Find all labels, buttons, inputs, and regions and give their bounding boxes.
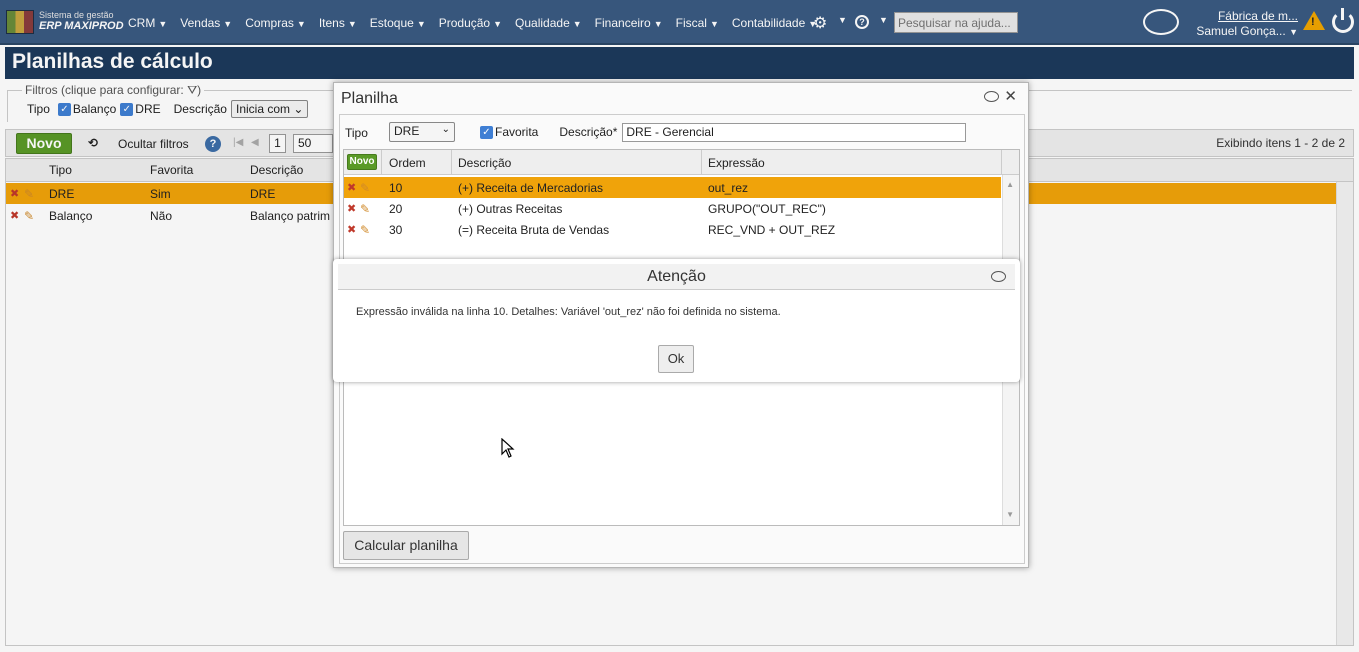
cell-expressao: out_rez [708, 181, 749, 195]
mouse-cursor-icon [501, 438, 515, 458]
tipo-select[interactable]: DRE ⌄ [389, 122, 455, 142]
chat-icon[interactable] [984, 91, 999, 102]
cell-descricao: (=) Receita Bruta de Vendas [458, 223, 610, 237]
expression-row[interactable]: ✖ ✎ 20 (+) Outras Receitas GRUPO("OUT_RE… [344, 198, 1001, 219]
planilha-form: Tipo DRE ⌄ ✓ Favorita Descrição* DRE - Ge… [343, 122, 967, 142]
ok-button[interactable]: Ok [658, 345, 694, 373]
cell-descricao: (+) Receita de Mercadorias [458, 181, 604, 195]
expressions-header: Novo Ordem Descrição Expressão [344, 150, 1019, 175]
edit-icon[interactable]: ✎ [360, 223, 370, 237]
alert-title: Atenção [647, 268, 706, 285]
cell-ordem: 20 [389, 202, 403, 216]
scroll-up-icon[interactable]: ▲ [1006, 180, 1014, 189]
descricao-label: Descrição* [559, 125, 618, 139]
expression-row[interactable]: ✖ ✎ 30 (=) Receita Bruta de Vendas REC_V… [344, 219, 1001, 240]
delete-icon[interactable]: ✖ [347, 181, 356, 194]
column-ordem[interactable]: Ordem [389, 156, 426, 170]
chat-icon[interactable] [991, 271, 1006, 282]
favorita-checkbox[interactable]: ✓ [480, 125, 493, 139]
delete-icon[interactable]: ✖ [347, 223, 356, 236]
edit-icon[interactable]: ✎ [360, 202, 370, 216]
edit-icon[interactable]: ✎ [360, 181, 370, 195]
calcular-planilha-button[interactable]: Calcular planilha [343, 531, 469, 560]
cell-expressao: GRUPO("OUT_REC") [708, 202, 826, 216]
alert-message: Expressão inválida na linha 10. Detalhes… [356, 306, 781, 318]
favorita-label: Favorita [495, 125, 539, 139]
close-icon[interactable]: ✕ [1004, 87, 1017, 105]
tipo-label: Tipo [345, 126, 368, 140]
column-descricao[interactable]: Descrição [458, 156, 511, 170]
alert-dialog: Atenção Expressão inválida na linha 10. … [333, 259, 1020, 382]
column-expressao[interactable]: Expressão [708, 156, 765, 170]
descricao-input[interactable]: DRE - Gerencial [622, 122, 967, 142]
cell-expressao: REC_VND + OUT_REZ [708, 223, 836, 237]
cell-descricao: (+) Outras Receitas [458, 202, 563, 216]
cell-ordem: 10 [389, 181, 403, 195]
novo-row-button[interactable]: Novo [347, 154, 377, 170]
scroll-down-icon[interactable]: ▼ [1006, 510, 1014, 519]
alert-header: Atenção [338, 264, 1015, 290]
dialog-title: Planilha [341, 90, 398, 107]
delete-icon[interactable]: ✖ [347, 202, 356, 215]
cell-ordem: 30 [389, 223, 403, 237]
expression-row[interactable]: ✖ ✎ 10 (+) Receita de Mercadorias out_re… [344, 177, 1001, 198]
